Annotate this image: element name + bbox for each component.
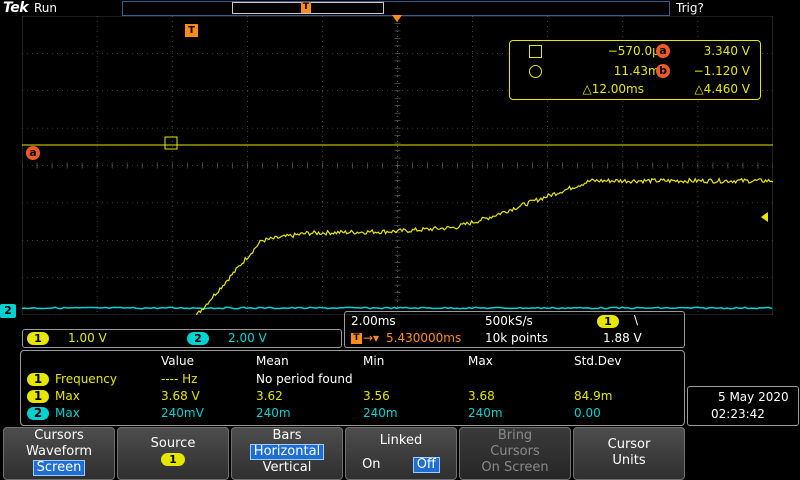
cursor-circle-icon xyxy=(529,65,542,78)
status-bar: Tek Run T Trig? xyxy=(0,0,800,16)
ch1-scale[interactable]: 1.00 V xyxy=(68,331,107,345)
timebase-trigger-panel: 2.00ms 500kS/s T →▾ 5.430000ms 10k point… xyxy=(344,311,685,348)
meas-row-stddev: 84.9m xyxy=(574,389,613,403)
cursor-units-line2: Units xyxy=(612,453,646,468)
cursor-a-badge-readout: a xyxy=(656,44,670,58)
meas-row-mean: 240m xyxy=(256,406,291,420)
ch1-badge[interactable]: 1 xyxy=(27,332,49,345)
cursor-readout: −570.0µs a 3.340 V 11.43ms b −1.120 V △1… xyxy=(509,40,761,100)
meas-row-ch-badge: 2 xyxy=(27,407,49,420)
cursors-screen-option: Screen xyxy=(32,460,86,476)
brand-logo: Tek xyxy=(3,0,29,16)
cursor-square-marker xyxy=(164,136,178,150)
trigger-time-marker-icon: T xyxy=(185,24,198,37)
measurement-table: Value Mean Min Max Std.Dev 1 Frequency -… xyxy=(20,350,685,426)
cursor-square-icon xyxy=(529,45,542,58)
cursor-a-voltage: 3.340 V xyxy=(703,44,750,58)
date-time-display: 5 May 2020 02:23:42 xyxy=(687,386,799,426)
linked-off-option: Off xyxy=(412,457,440,473)
cursors-mode-button[interactable]: Cursors Waveform Screen xyxy=(3,427,115,480)
meas-row-name[interactable]: Max xyxy=(55,389,80,403)
trigger-position-value[interactable]: 5.430000ms xyxy=(386,331,461,345)
bring-line1: Bring xyxy=(497,428,533,443)
trigger-level[interactable]: 1.88 V xyxy=(603,331,642,345)
meas-header-value: Value xyxy=(161,354,194,368)
meas-row-min: 3.56 xyxy=(363,389,390,403)
source-title: Source xyxy=(150,436,196,451)
cursor-delta-time: △12.00ms xyxy=(582,82,644,96)
cursors-title: Cursors xyxy=(34,428,84,443)
cursor-units-button[interactable]: Cursor Units xyxy=(573,427,685,480)
bars-vertical-option: Vertical xyxy=(262,460,312,475)
meas-row-value: ---- Hz xyxy=(161,372,198,386)
source-button[interactable]: Source 1 xyxy=(117,427,229,480)
channel-scale-bar: 1 1.00 V 2 2.00 V xyxy=(22,329,342,348)
meas-row-name[interactable]: Frequency xyxy=(55,372,117,386)
meas-row-max: 3.68 xyxy=(468,389,495,403)
bars-button[interactable]: Bars Horizontal Vertical xyxy=(231,427,343,480)
bring-line2: Cursors xyxy=(490,444,540,459)
meas-row-max: 240m xyxy=(468,406,503,420)
trigger-status: Trig? xyxy=(676,1,704,15)
trigger-offset-icon: T xyxy=(351,333,362,344)
meas-row-mean: No period found xyxy=(256,372,353,386)
record-length: 10k points xyxy=(485,331,548,345)
cursor-b-voltage: −1.120 V xyxy=(693,64,750,78)
meas-row-stddev: 0.00 xyxy=(574,406,601,420)
bars-title: Bars xyxy=(272,428,302,443)
ch2-badge[interactable]: 2 xyxy=(187,332,209,345)
linked-title: Linked xyxy=(379,433,423,448)
meas-header-min: Min xyxy=(363,354,385,368)
trigger-level-arrow-icon xyxy=(761,212,768,222)
meas-header-mean: Mean xyxy=(256,354,289,368)
trigger-source-badge: 1 xyxy=(597,315,619,328)
record-overview-bar[interactable] xyxy=(122,1,670,16)
time-per-div[interactable]: 2.00ms xyxy=(351,314,396,328)
meas-row-ch-badge: 1 xyxy=(27,373,49,386)
linked-button[interactable]: Linked On Off xyxy=(345,427,457,480)
source-ch1-chip: 1 xyxy=(161,453,185,466)
acquisition-state: Run xyxy=(34,1,58,15)
meas-row-value: 240mV xyxy=(161,406,204,420)
cursor-a-time: −570.0µs xyxy=(607,44,666,58)
ch2-ground-marker[interactable]: 2 xyxy=(0,304,16,318)
sample-rate: 500kS/s xyxy=(485,314,533,328)
trigger-position-arrow-icon xyxy=(392,15,402,22)
meas-header-max: Max xyxy=(468,354,493,368)
meas-row-mean: 3.62 xyxy=(256,389,283,403)
cursor-delta-voltage: △4.460 V xyxy=(694,82,750,96)
meas-row-name[interactable]: Max xyxy=(55,406,80,420)
ch2-scale[interactable]: 2.00 V xyxy=(228,331,267,345)
cursor-units-line1: Cursor xyxy=(607,437,651,452)
meas-row-min: 240m xyxy=(363,406,398,420)
trigger-slope-icon: \ xyxy=(634,313,639,327)
cursors-waveform-option: Waveform xyxy=(26,444,92,459)
trigger-arrow-icon: →▾ xyxy=(363,331,380,345)
meas-row-value: 3.68 V xyxy=(161,389,200,403)
meas-row-ch-badge: 1 xyxy=(27,390,49,403)
cursor-b-time: 11.43ms xyxy=(613,64,666,78)
cursor-a-badge[interactable]: a xyxy=(26,146,40,160)
bring-line3: On Screen xyxy=(481,460,549,475)
bars-horizontal-option: Horizontal xyxy=(249,444,325,460)
time: 02:23:42 xyxy=(711,407,765,421)
linked-on-option: On xyxy=(362,457,381,472)
trigger-position-icon: T xyxy=(301,2,311,13)
meas-header-stddev: Std.Dev xyxy=(574,354,622,368)
cursor-b-badge-readout: b xyxy=(656,64,670,78)
date: 5 May 2020 xyxy=(718,390,789,404)
bring-cursors-on-screen-button[interactable]: Bring Cursors On Screen xyxy=(459,427,571,480)
